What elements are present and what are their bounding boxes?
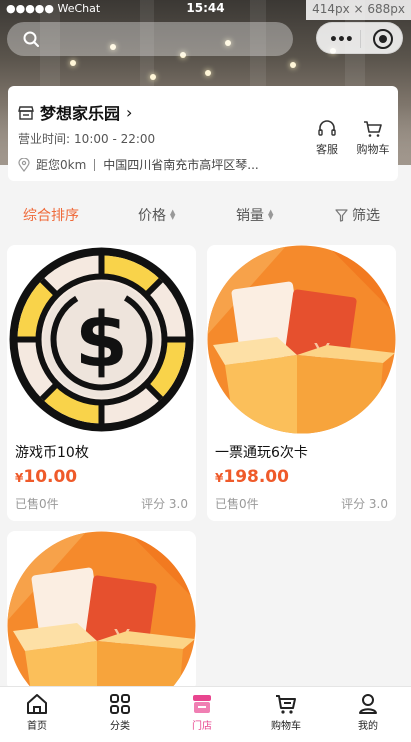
- cart-shortcut-label: 购物车: [356, 143, 390, 156]
- store-info-card: 梦想家乐园 › 营业时间: 10:00 - 22:00 距您0km 中国四川省南充…: [8, 86, 398, 181]
- hours-label: 营业时间:: [18, 132, 71, 146]
- product-card[interactable]: ¥ 一票通玩6次卡 ¥198.00 已售0件 评分 3.0: [207, 245, 396, 521]
- tab-category-label: 分类: [110, 721, 130, 732]
- store-name-link[interactable]: 梦想家乐园 ›: [18, 100, 132, 124]
- tab-store-label: 门店: [192, 721, 212, 732]
- business-hours: 营业时间: 10:00 - 22:00: [18, 130, 155, 147]
- store-icon: [193, 695, 211, 713]
- tab-cart-label: 购物车: [271, 721, 301, 732]
- tab-home[interactable]: 首页: [7, 693, 67, 732]
- sold-count: 已售0件: [215, 497, 259, 511]
- customer-service-button[interactable]: 客服: [312, 120, 342, 157]
- product-image: ¥: [7, 531, 196, 691]
- coin-icon: $: [9, 247, 194, 432]
- product-name: 游戏币10枚: [15, 445, 89, 461]
- product-card[interactable]: $ 游戏币10枚 ¥10.00 已售0件 评分 3.0: [7, 245, 196, 521]
- filter-button[interactable]: 筛选: [335, 205, 380, 225]
- hours-value: 10:00 - 22:00: [74, 132, 156, 146]
- status-bar: ●●●●● WeChat 15:44 414px × 688px: [0, 0, 411, 20]
- filter-icon: [335, 208, 348, 222]
- viewport-size-label: 414px × 688px: [306, 0, 411, 20]
- shop-icon: [18, 105, 34, 120]
- sort-sales-label: 销量: [236, 208, 264, 224]
- tab-profile[interactable]: 我的: [338, 693, 398, 732]
- sort-comprehensive-label: 综合排序: [23, 208, 79, 224]
- distance-text: 距您0km: [36, 158, 87, 172]
- product-price: ¥10.00: [15, 467, 77, 487]
- grid-icon: [110, 694, 130, 714]
- store-name: 梦想家乐园: [40, 104, 121, 123]
- more-menu-icon[interactable]: •••: [329, 32, 354, 48]
- sort-sales[interactable]: 销量 ▲ ▼: [236, 205, 273, 225]
- home-icon: [27, 694, 47, 714]
- tab-home-label: 首页: [27, 721, 47, 732]
- product-image: ¥: [207, 245, 396, 434]
- sold-count: 已售0件: [15, 497, 59, 511]
- product-rating: 评分 3.0: [141, 497, 188, 511]
- filter-label: 筛选: [352, 208, 380, 224]
- cart-icon: [276, 695, 296, 714]
- search-icon: [23, 31, 39, 47]
- svg-text:$: $: [75, 295, 128, 384]
- price-value: 198.00: [223, 467, 289, 487]
- sort-arrows-icon: ▲ ▼: [268, 208, 274, 221]
- tab-store[interactable]: 门店: [172, 693, 232, 732]
- product-name: 一票通玩6次卡: [215, 445, 308, 461]
- cart-icon: [364, 121, 382, 137]
- search-button[interactable]: [7, 22, 293, 56]
- tab-profile-label: 我的: [358, 721, 378, 732]
- chevron-right-icon: ›: [126, 102, 133, 122]
- sort-comprehensive[interactable]: 综合排序: [23, 205, 79, 225]
- store-address[interactable]: 距您0km 中国四川省南充市高坪区琴...: [18, 156, 259, 173]
- red-envelope-box-icon: ¥: [7, 531, 196, 691]
- headset-icon: [318, 120, 336, 136]
- product-price: ¥198.00: [215, 467, 289, 487]
- product-image: $: [7, 245, 196, 434]
- miniprogram-capsule: •••: [316, 22, 403, 54]
- close-miniprogram-icon[interactable]: [373, 29, 393, 49]
- sort-bar: 综合排序 价格 ▲ ▼ 销量 ▲ ▼ 筛选: [0, 192, 411, 236]
- address-text: 中国四川省南充市高坪区琴...: [103, 158, 259, 172]
- user-icon: [359, 694, 377, 714]
- red-envelope-box-icon: ¥: [207, 245, 396, 434]
- product-card[interactable]: ¥: [7, 531, 196, 691]
- bottom-tab-bar: 首页 分类 门店 购物车 我的: [0, 686, 411, 742]
- tab-category[interactable]: 分类: [90, 693, 150, 732]
- sort-price-label: 价格: [138, 208, 166, 224]
- customer-service-label: 客服: [316, 143, 338, 156]
- sort-price[interactable]: 价格 ▲ ▼: [138, 205, 175, 225]
- tab-cart[interactable]: 购物车: [256, 693, 316, 732]
- sort-arrows-icon: ▲ ▼: [170, 208, 176, 221]
- price-value: 10.00: [23, 467, 78, 487]
- location-pin-icon: [18, 157, 30, 172]
- product-rating: 评分 3.0: [341, 497, 388, 511]
- cart-shortcut-button[interactable]: 购物车: [357, 120, 390, 157]
